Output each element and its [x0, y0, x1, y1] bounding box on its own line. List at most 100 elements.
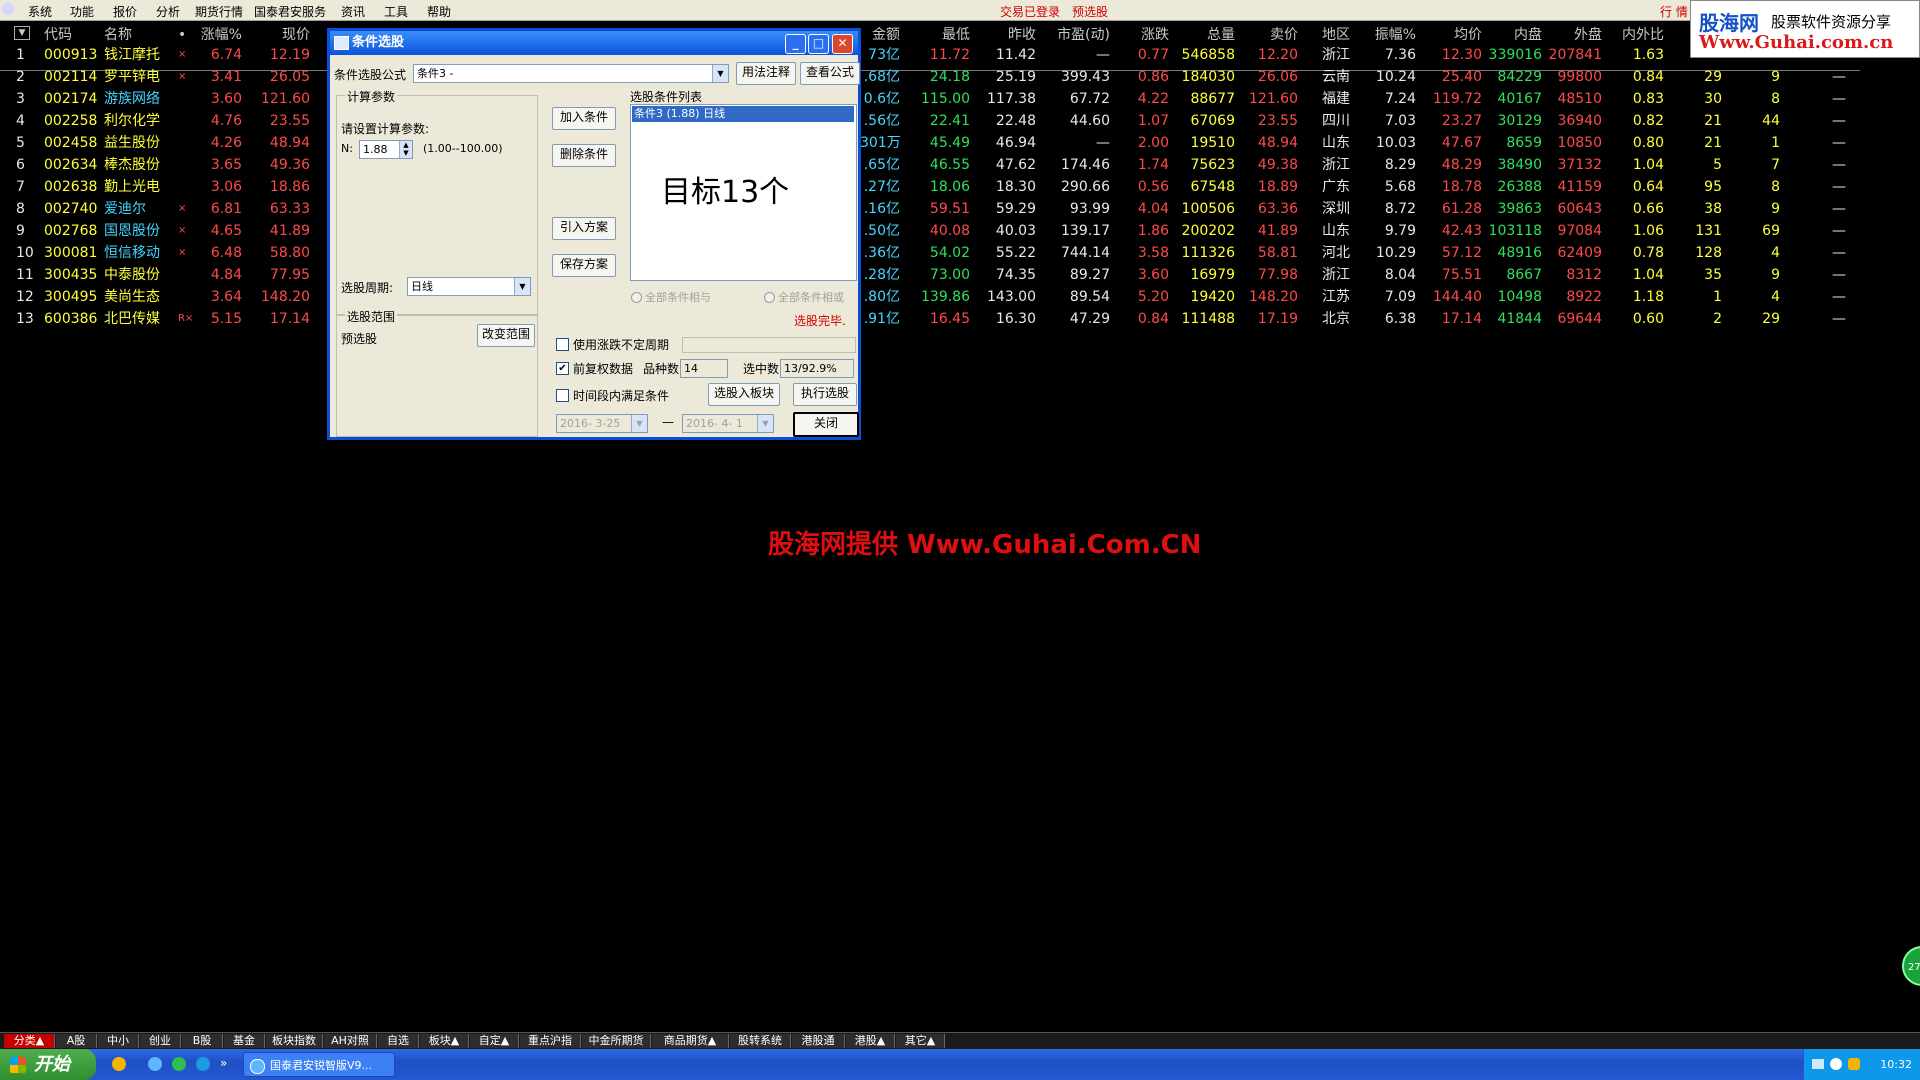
- tab-14[interactable]: 股转系统: [730, 1034, 791, 1048]
- column-header-region[interactable]: 地区: [1318, 24, 1354, 46]
- tab-2[interactable]: 中小: [98, 1034, 139, 1048]
- table-row[interactable]: 11 300435 中泰股份 4.84 77.95 .28亿 73.00 74.35 89.27…: [0, 264, 1920, 286]
- column-header-amp[interactable]: 振幅%: [1366, 24, 1416, 46]
- cell-outer: 10850: [1557, 135, 1602, 151]
- add-condition-button[interactable]: 加入条件: [552, 107, 616, 130]
- menu-news[interactable]: 资讯: [341, 3, 365, 20]
- chevron-right-icon[interactable]: »: [220, 1056, 227, 1070]
- delete-condition-button[interactable]: 删除条件: [552, 144, 616, 167]
- save-plan-button[interactable]: 保存方案: [552, 254, 616, 277]
- import-plan-button[interactable]: 引入方案: [552, 217, 616, 240]
- column-header-chg[interactable]: 涨幅%: [198, 24, 242, 46]
- view-formula-button[interactable]: 查看公式: [800, 62, 860, 85]
- time-range-checkbox[interactable]: [556, 389, 569, 402]
- close-icon[interactable]: ✕: [832, 34, 853, 54]
- tab-13[interactable]: 商品期货▲: [652, 1034, 729, 1048]
- tab-0[interactable]: 分类▲: [4, 1034, 55, 1048]
- dialog-titlebar[interactable]: 条件选股 _ □ ✕: [330, 31, 858, 55]
- column-header-price[interactable]: 现价: [250, 24, 310, 46]
- table-row[interactable]: 5 002458 益生股份 4.26 48.94 301万 45.49 46.94 — 2.00 1…: [0, 132, 1920, 154]
- formula-select[interactable]: 条件3 - ▼: [413, 64, 729, 83]
- table-row[interactable]: 3 002174 游族网络 3.60 121.60 0.6亿 115.00 117.38 67.…: [0, 88, 1920, 110]
- column-menu-icon[interactable]: ▼: [14, 26, 30, 40]
- maximize-icon[interactable]: □: [808, 34, 829, 54]
- table-row[interactable]: 10 300081 恒信移动 × 6.48 58.80 .36亿 54.02 55.22 744.…: [0, 242, 1920, 264]
- column-header-prev[interactable]: 昨收: [980, 24, 1036, 46]
- app-green-icon[interactable]: [172, 1057, 186, 1071]
- menu-quote[interactable]: 报价: [113, 3, 137, 20]
- tab-15[interactable]: 港股通: [792, 1034, 845, 1048]
- user-icon[interactable]: [1848, 1058, 1860, 1070]
- menu-gtja-service[interactable]: 国泰君安服务: [254, 3, 326, 20]
- column-header-amount[interactable]: 金额: [860, 24, 900, 46]
- column-header-pe[interactable]: 市盈(动): [1046, 24, 1110, 46]
- spin-icon[interactable]: ▲ ▼: [399, 141, 412, 158]
- unfixed-period-checkbox[interactable]: [556, 338, 569, 351]
- tab-4[interactable]: B股: [182, 1034, 223, 1048]
- tab-12[interactable]: 中金所期货: [582, 1034, 651, 1048]
- app-icon[interactable]: [2, 3, 14, 15]
- quicklaunch-icon[interactable]: [112, 1057, 126, 1071]
- column-header-vol[interactable]: 总量: [1180, 24, 1235, 46]
- menu-system[interactable]: 系统: [28, 3, 52, 20]
- close-button[interactable]: 关闭: [793, 412, 859, 437]
- period-select[interactable]: 日线 ▼: [407, 277, 531, 296]
- usage-note-button[interactable]: 用法注释: [736, 62, 796, 85]
- pre-adjust-checkbox[interactable]: ✔: [556, 362, 569, 375]
- tab-11[interactable]: 重点沪指: [520, 1034, 581, 1048]
- start-button[interactable]: 开始: [0, 1049, 96, 1080]
- date-from-select[interactable]: 2016- 3-25 ▼: [556, 414, 648, 433]
- and-radio[interactable]: [631, 292, 642, 303]
- column-header-mark[interactable]: •: [178, 24, 198, 46]
- tab-16[interactable]: 港股▲: [846, 1034, 895, 1048]
- ie-icon[interactable]: [148, 1057, 162, 1071]
- n-input[interactable]: 1.88 ▲ ▼: [359, 140, 413, 159]
- table-row[interactable]: 12 300495 美尚生态 3.64 148.20 .80亿 139.86 143.00 89…: [0, 286, 1920, 308]
- tab-3[interactable]: 创业: [140, 1034, 181, 1048]
- table-row[interactable]: 7 002638 勤上光电 3.06 18.86 .27亿 18.06 18.30 290.66…: [0, 176, 1920, 198]
- column-header-code[interactable]: 代码: [44, 24, 99, 46]
- menu-help[interactable]: 帮助: [427, 3, 451, 20]
- change-range-button[interactable]: 改变范围: [477, 324, 535, 347]
- tab-10[interactable]: 自定▲: [470, 1034, 519, 1048]
- tab-9[interactable]: 板块▲: [420, 1034, 469, 1048]
- quote-tab[interactable]: 行 情: [1660, 3, 1688, 20]
- tab-7[interactable]: AH对照: [324, 1034, 377, 1048]
- tab-8[interactable]: 自选: [378, 1034, 419, 1048]
- tab-1[interactable]: A股: [56, 1034, 97, 1048]
- app-blue-icon[interactable]: [196, 1057, 210, 1071]
- column-header-ratio[interactable]: 内外比: [1612, 24, 1664, 46]
- to-block-button[interactable]: 选股入板块: [708, 383, 780, 406]
- column-header-diff[interactable]: 涨跌: [1124, 24, 1169, 46]
- run-select-button[interactable]: 执行选股: [793, 383, 857, 406]
- keyboard-icon[interactable]: [1812, 1059, 1824, 1069]
- table-row[interactable]: 9 002768 国恩股份 × 4.65 41.89 .50亿 40.08 40.03 139.1…: [0, 220, 1920, 242]
- tab-17[interactable]: 其它▲: [896, 1034, 945, 1048]
- floating-ball[interactable]: 27: [1902, 946, 1920, 986]
- tab-5[interactable]: 基金: [224, 1034, 265, 1048]
- menu-futures[interactable]: 期货行情: [195, 3, 243, 20]
- taskbar-app-button[interactable]: 国泰君安锐智版V9...: [243, 1052, 395, 1077]
- tab-6[interactable]: 板块指数: [266, 1034, 323, 1048]
- table-row[interactable]: 6 002634 棒杰股份 3.65 49.36 .65亿 46.55 47.62 174.46…: [0, 154, 1920, 176]
- date-to-select[interactable]: 2016- 4- 1 ▼: [682, 414, 774, 433]
- minimize-icon[interactable]: _: [785, 34, 806, 54]
- table-row[interactable]: 1 000913 钱江摩托 × 6.74 12.19 73亿 11.72 11.42 — 0.77 5…: [0, 44, 1920, 66]
- column-header-inner[interactable]: 内盘: [1488, 24, 1542, 46]
- table-row[interactable]: 13 600386 北巴传媒 R× 5.15 17.14 .91亿 16.45 16.30 47.…: [0, 308, 1920, 330]
- column-header-low[interactable]: 最低: [918, 24, 970, 46]
- condition-list[interactable]: 条件3 (1.88) 日线 目标13个: [630, 104, 857, 281]
- table-row[interactable]: 4 002258 利尔化学 4.76 23.55 .56亿 22.41 22.48 44.60 1…: [0, 110, 1920, 132]
- table-row[interactable]: 2 002114 罗平锌电 × 3.41 26.05 .68亿 24.18 25.19 399.4…: [0, 66, 1920, 88]
- condition-list-item[interactable]: 条件3 (1.88) 日线: [632, 106, 854, 122]
- menu-analysis[interactable]: 分析: [156, 3, 180, 20]
- menu-function[interactable]: 功能: [70, 3, 94, 20]
- table-row[interactable]: 8 002740 爱迪尔 × 6.81 63.33 .16亿 59.51 59.29 93.99 4…: [0, 198, 1920, 220]
- column-header-name[interactable]: 名称: [104, 24, 174, 46]
- column-header-outer[interactable]: 外盘: [1548, 24, 1602, 46]
- network-icon[interactable]: [1830, 1058, 1842, 1070]
- menu-tools[interactable]: 工具: [384, 3, 408, 20]
- column-header-ask[interactable]: 卖价: [1246, 24, 1298, 46]
- column-header-avg[interactable]: 均价: [1430, 24, 1482, 46]
- or-radio[interactable]: [764, 292, 775, 303]
